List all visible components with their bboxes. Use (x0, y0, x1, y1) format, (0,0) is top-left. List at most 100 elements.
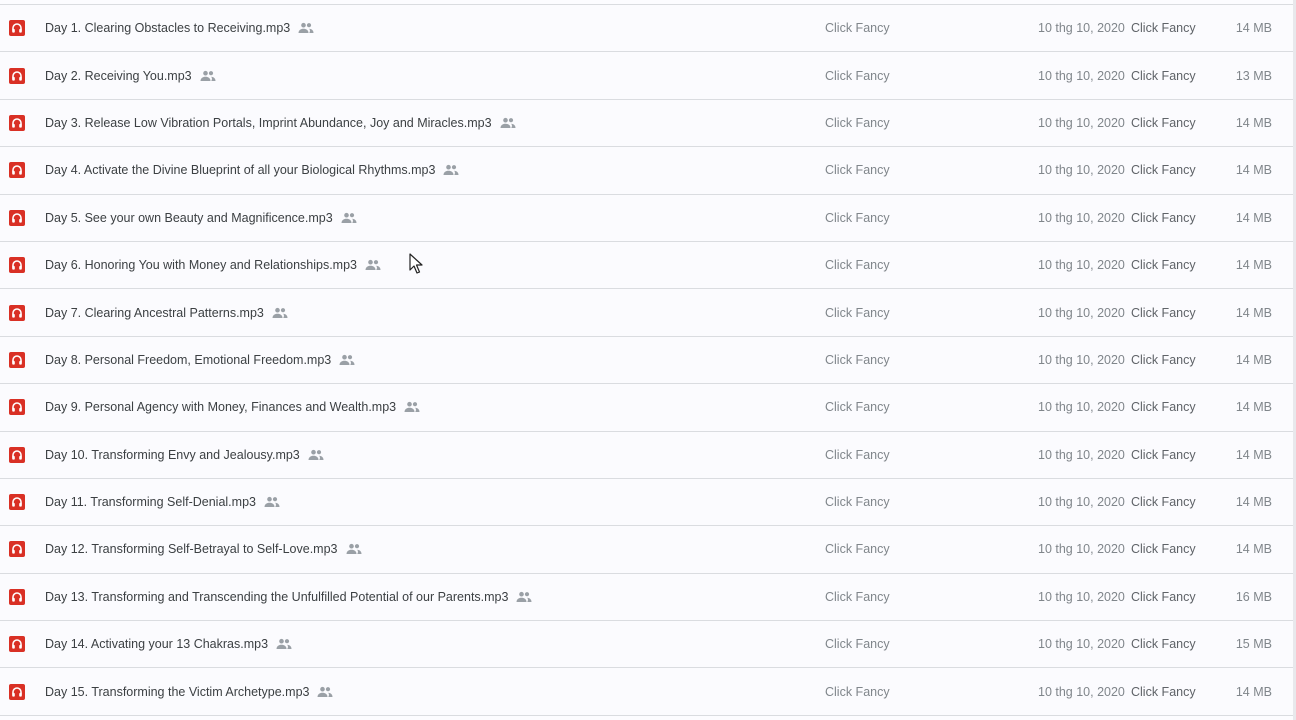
modified-date-cell: 10 thg 10, 2020 (1038, 258, 1125, 273)
modified-date-cell: 10 thg 10, 2020 (1038, 68, 1125, 83)
owner-cell: Click Fancy (825, 115, 890, 130)
file-size-cell: 14 MB (1235, 495, 1272, 510)
modified-date-cell: 10 thg 10, 2020 (1038, 495, 1125, 510)
file-size-cell: 14 MB (1235, 400, 1272, 415)
file-name: Day 13. Transforming and Transcending th… (45, 589, 509, 604)
file-name-cell[interactable]: Day 8. Personal Freedom, Emotional Freed… (45, 353, 355, 367)
modified-by-cell: Click Fancy (1131, 447, 1196, 462)
modified-date-cell: 10 thg 10, 2020 (1038, 115, 1125, 130)
modified-by-cell: Click Fancy (1131, 589, 1196, 604)
modified-by-cell: Click Fancy (1131, 684, 1196, 699)
file-size-cell: 14 MB (1235, 542, 1272, 557)
file-name-cell[interactable]: Day 10. Transforming Envy and Jealousy.m… (45, 448, 324, 462)
owner-cell: Click Fancy (825, 495, 890, 510)
file-size-cell: 14 MB (1235, 684, 1272, 699)
file-size-cell: 14 MB (1235, 447, 1272, 462)
file-name-cell[interactable]: Day 7. Clearing Ancestral Patterns.mp3 (45, 306, 288, 320)
owner-cell: Click Fancy (825, 210, 890, 225)
file-name: Day 3. Release Low Vibration Portals, Im… (45, 115, 492, 130)
file-name-cell[interactable]: Day 9. Personal Agency with Money, Finan… (45, 400, 420, 414)
file-name: Day 10. Transforming Envy and Jealousy.m… (45, 447, 300, 462)
file-name: Day 9. Personal Agency with Money, Finan… (45, 400, 397, 415)
modified-by-cell: Click Fancy (1131, 352, 1196, 367)
modified-date-cell: 10 thg 10, 2020 (1038, 447, 1125, 462)
file-size-cell: 13 MB (1235, 68, 1272, 83)
file-name-cell[interactable]: Day 12. Transforming Self-Betrayal to Se… (45, 542, 362, 556)
modified-by-cell: Click Fancy (1131, 258, 1196, 273)
shared-people-icon (516, 591, 532, 602)
file-row[interactable]: Day 6. Honoring You with Money and Relat… (0, 241, 1296, 290)
file-row[interactable]: Day 15. Transforming the Victim Archetyp… (0, 668, 1296, 716)
shared-people-icon (264, 496, 280, 508)
file-row[interactable]: Day 1. Clearing Obstacles to Receiving.m… (0, 5, 1296, 53)
file-size-cell: 14 MB (1235, 21, 1272, 36)
drive-file-list-view: Day 1. Clearing Obstacles to Receiving.m… (0, 0, 1296, 720)
file-name-cell[interactable]: Day 3. Release Low Vibration Portals, Im… (45, 116, 516, 130)
file-name-cell[interactable]: Day 2. Receiving You.mp3 (45, 69, 216, 83)
modified-date-cell: 10 thg 10, 2020 (1038, 684, 1125, 699)
file-row[interactable]: Day 7. Clearing Ancestral Patterns.mp3 C… (0, 289, 1296, 337)
file-row[interactable]: Day 2. Receiving You.mp3 Click Fancy 10 … (0, 52, 1296, 100)
file-size-cell: 14 MB (1235, 115, 1272, 130)
file-size-cell: 14 MB (1235, 305, 1272, 320)
file-name: Day 14. Activating your 13 Chakras.mp3 (45, 637, 269, 652)
modified-by-cell: Click Fancy (1131, 542, 1196, 557)
audio-file-icon (9, 114, 25, 131)
file-row[interactable]: Day 3. Release Low Vibration Portals, Im… (0, 99, 1296, 148)
owner-cell: Click Fancy (825, 352, 890, 367)
shared-people-icon (365, 260, 381, 271)
modified-date-cell: 10 thg 10, 2020 (1038, 542, 1125, 557)
modified-date-cell: 10 thg 10, 2020 (1038, 637, 1125, 652)
file-row[interactable]: Day 10. Transforming Envy and Jealousy.m… (0, 431, 1296, 479)
file-size-cell: 14 MB (1235, 352, 1272, 367)
owner-cell: Click Fancy (825, 542, 890, 557)
owner-cell: Click Fancy (825, 258, 890, 273)
file-name-cell[interactable]: Day 15. Transforming the Victim Archetyp… (45, 685, 333, 699)
file-row[interactable]: Day 9. Personal Agency with Money, Finan… (0, 384, 1296, 432)
file-name-cell[interactable]: Day 13. Transforming and Transcending th… (45, 590, 532, 604)
modified-by-cell: Click Fancy (1131, 495, 1196, 510)
file-name: Day 8. Personal Freedom, Emotional Freed… (45, 352, 332, 367)
file-size-cell: 14 MB (1235, 210, 1272, 225)
file-size-cell: 16 MB (1235, 589, 1272, 604)
shared-people-icon (341, 212, 357, 223)
file-name-cell[interactable]: Day 1. Clearing Obstacles to Receiving.m… (45, 21, 314, 35)
file-name: Day 1. Clearing Obstacles to Receiving.m… (45, 21, 291, 36)
file-name-cell[interactable]: Day 11. Transforming Self-Denial.mp3 (45, 495, 280, 509)
file-size-cell: 15 MB (1235, 637, 1272, 652)
owner-cell: Click Fancy (825, 21, 890, 36)
modified-date-cell: 10 thg 10, 2020 (1038, 305, 1125, 320)
modified-by-cell: Click Fancy (1131, 68, 1196, 83)
owner-cell: Click Fancy (825, 163, 890, 178)
file-name-cell[interactable]: Day 5. See your own Beauty and Magnifice… (45, 211, 357, 225)
file-name: Day 2. Receiving You.mp3 (45, 68, 192, 83)
file-size-cell: 14 MB (1235, 163, 1272, 178)
file-row[interactable]: Day 12. Transforming Self-Betrayal to Se… (0, 526, 1296, 574)
shared-people-icon (272, 307, 288, 318)
shared-people-icon (200, 70, 216, 81)
audio-file-icon (9, 541, 25, 558)
file-row[interactable]: Day 13. Transforming and Transcending th… (0, 573, 1296, 622)
modified-by-cell: Click Fancy (1131, 210, 1196, 225)
file-row[interactable]: Day 14. Activating your 13 Chakras.mp3 C… (0, 621, 1296, 669)
audio-file-icon (9, 162, 25, 179)
file-row[interactable]: Day 4. Activate the Divine Blueprint of … (0, 147, 1296, 195)
modified-by-cell: Click Fancy (1131, 400, 1196, 415)
shared-people-icon (276, 639, 292, 650)
owner-cell: Click Fancy (825, 447, 890, 462)
modified-by-cell: Click Fancy (1131, 21, 1196, 36)
file-name: Day 15. Transforming the Victim Archetyp… (45, 684, 310, 699)
audio-file-icon (9, 257, 25, 274)
file-row[interactable]: Day 8. Personal Freedom, Emotional Freed… (0, 336, 1296, 385)
shared-people-icon (500, 117, 516, 128)
file-row[interactable]: Day 11. Transforming Self-Denial.mp3 Cli… (0, 478, 1296, 527)
shared-people-icon (298, 23, 314, 34)
file-name-cell[interactable]: Day 6. Honoring You with Money and Relat… (45, 258, 381, 272)
modified-by-cell: Click Fancy (1131, 163, 1196, 178)
modified-date-cell: 10 thg 10, 2020 (1038, 589, 1125, 604)
file-row[interactable]: Day 5. See your own Beauty and Magnifice… (0, 194, 1296, 242)
file-name-cell[interactable]: Day 4. Activate the Divine Blueprint of … (45, 163, 459, 177)
owner-cell: Click Fancy (825, 305, 890, 320)
file-name-cell[interactable]: Day 14. Activating your 13 Chakras.mp3 (45, 637, 292, 651)
audio-file-icon (9, 351, 25, 368)
